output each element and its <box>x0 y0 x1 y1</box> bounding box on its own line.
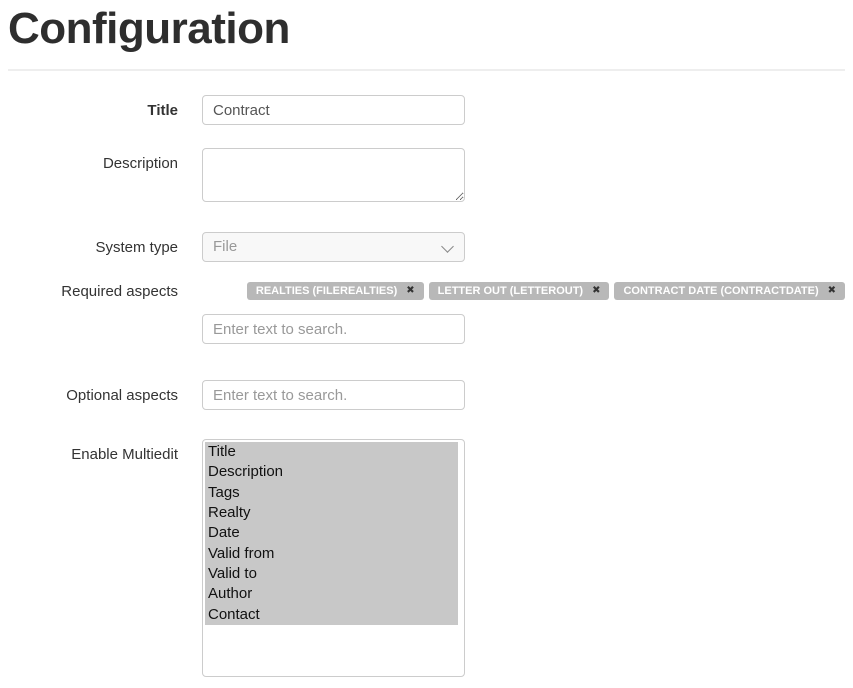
form-row-title: Title <box>8 95 845 125</box>
configuration-form: Title Description System type File Requi… <box>8 71 845 677</box>
description-textarea[interactable] <box>202 148 465 202</box>
multiedit-listbox: Title Description Tags Realty Date Valid… <box>202 439 465 677</box>
multiedit-option[interactable]: Description <box>205 462 458 482</box>
remove-tag-icon[interactable]: ✖ <box>592 286 600 296</box>
system-type-label: System type <box>8 232 178 256</box>
form-row-required-aspects: Required aspects REALTIES (FILEREALTIES)… <box>8 282 845 344</box>
optional-aspects-search-input[interactable] <box>202 380 465 410</box>
required-aspects-tag-list: REALTIES (FILEREALTIES) ✖ LETTER OUT (LE… <box>202 282 845 300</box>
aspect-tag-label: LETTER OUT (LETTEROUT) <box>438 285 583 297</box>
required-aspects-search-input[interactable] <box>202 314 465 344</box>
multiedit-option[interactable]: Author <box>205 584 458 604</box>
multiedit-option[interactable]: Valid from <box>205 544 458 564</box>
multiedit-option[interactable]: Date <box>205 523 458 543</box>
form-row-description: Description <box>8 148 845 207</box>
form-row-optional-aspects: Optional aspects <box>8 380 845 410</box>
optional-aspects-label: Optional aspects <box>8 380 178 404</box>
multiedit-option[interactable]: Valid to <box>205 564 458 584</box>
system-type-value: File <box>213 238 237 255</box>
page-title: Configuration <box>8 0 845 52</box>
form-row-system-type: System type File <box>8 232 845 262</box>
title-input[interactable] <box>202 95 465 125</box>
multiedit-option[interactable]: Tags <box>205 483 458 503</box>
system-type-select: File <box>202 232 465 262</box>
aspect-tag: REALTIES (FILEREALTIES) ✖ <box>247 282 424 300</box>
remove-tag-icon[interactable]: ✖ <box>406 286 414 296</box>
description-label: Description <box>8 148 178 172</box>
title-label: Title <box>8 95 178 119</box>
form-row-enable-multiedit: Enable Multiedit Title Description Tags … <box>8 439 845 677</box>
aspect-tag: LETTER OUT (LETTEROUT) ✖ <box>429 282 610 300</box>
aspect-tag-label: CONTRACT DATE (CONTRACTDATE) <box>623 285 818 297</box>
multiedit-option[interactable]: Title <box>205 442 458 462</box>
multiedit-option[interactable]: Contact <box>205 605 458 625</box>
required-aspects-label: Required aspects <box>8 282 178 300</box>
multiedit-option[interactable]: Realty <box>205 503 458 523</box>
aspect-tag-label: REALTIES (FILEREALTIES) <box>256 285 397 297</box>
chevron-down-icon <box>441 240 454 253</box>
enable-multiedit-label: Enable Multiedit <box>8 439 178 463</box>
aspect-tag: CONTRACT DATE (CONTRACTDATE) ✖ <box>614 282 845 300</box>
remove-tag-icon[interactable]: ✖ <box>828 286 836 296</box>
